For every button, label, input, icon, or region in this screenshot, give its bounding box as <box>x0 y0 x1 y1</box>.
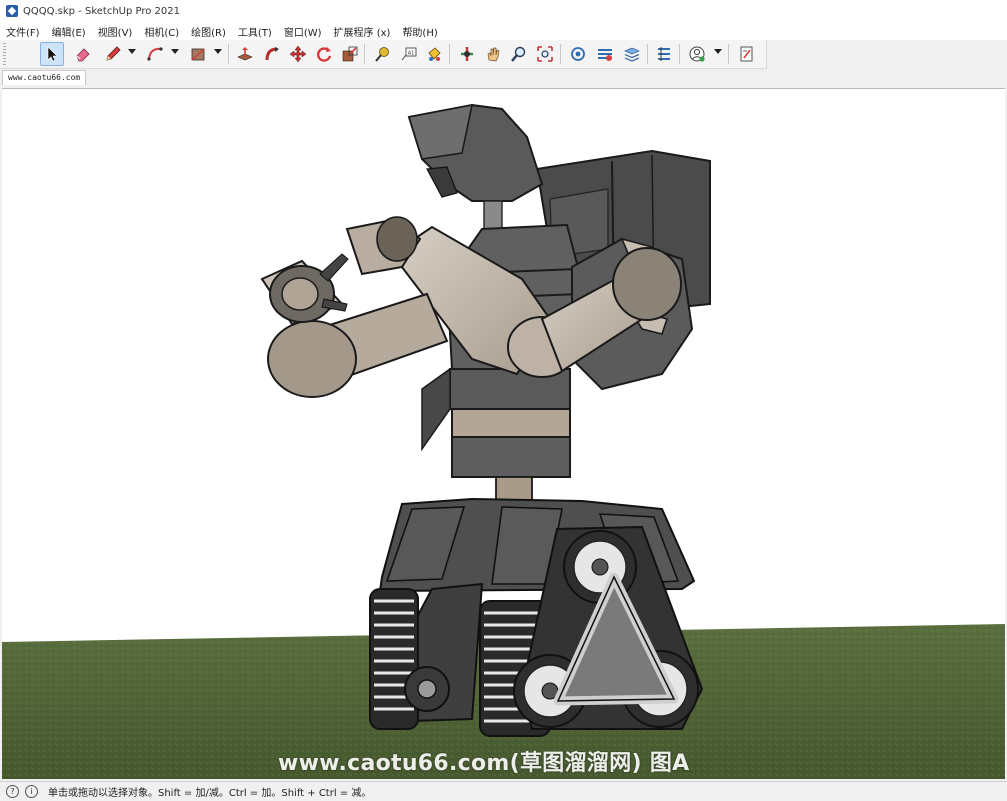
geolocation-icon[interactable]: ? <box>6 785 19 798</box>
model-viewport[interactable]: www.caotu66.com(草图溜溜网) 图A <box>2 88 1005 779</box>
line-tool-dropdown-icon[interactable] <box>128 49 136 54</box>
account-button[interactable] <box>685 42 709 66</box>
pan-hand-icon <box>487 47 500 62</box>
menu-file[interactable]: 文件(F) <box>0 24 46 39</box>
menu-tools[interactable]: 工具(T) <box>232 24 278 39</box>
menu-edit[interactable]: 编辑(E) <box>46 24 92 39</box>
sketchup-app-icon <box>6 5 18 17</box>
orbit-icon <box>461 47 473 61</box>
zoom-extents-icon <box>537 46 553 62</box>
menu-camera[interactable]: 相机(C) <box>138 24 185 39</box>
line-tool-button[interactable] <box>101 42 125 66</box>
pan-tool-button[interactable] <box>481 42 505 66</box>
zoom-extents-tool-button[interactable] <box>533 42 557 66</box>
robot-head <box>407 103 544 242</box>
arc-tool-button[interactable] <box>143 42 167 66</box>
title-bar: QQQQ.skp - SketchUp Pro 2021 <box>0 0 1007 22</box>
scale-icon <box>342 46 358 62</box>
scene-tab-strip: www.caotu66.com <box>0 69 1007 86</box>
extension-manager-icon <box>658 47 670 61</box>
follow-me-icon <box>265 47 279 61</box>
tape-measure-tool-button[interactable] <box>370 42 394 66</box>
toolbar-grip[interactable] <box>3 43 6 65</box>
layers-tray-button[interactable] <box>620 42 644 66</box>
menu-bar: 文件(F) 编辑(E) 视图(V) 相机(C) 绘图(R) 工具(T) 窗口(W… <box>0 22 1007 40</box>
extension-warehouse-icon <box>598 49 612 61</box>
eraser-icon <box>76 48 90 62</box>
rectangle-icon <box>191 48 205 61</box>
info-icon[interactable]: i <box>25 785 38 798</box>
status-text: 单击或拖动以选择对象。Shift = 加/减。Ctrl = 加。Shift + … <box>48 788 372 799</box>
magnifier-icon <box>511 46 526 62</box>
toolbar: A1 <box>0 40 767 69</box>
window-title: QQQQ.skp - SketchUp Pro 2021 <box>23 5 181 17</box>
push-pull-tool-button[interactable] <box>233 42 257 66</box>
menu-extensions[interactable]: 扩展程序 (x) <box>328 24 397 39</box>
extension-manager-button[interactable] <box>652 42 676 66</box>
rotate-tool-button[interactable] <box>312 42 336 66</box>
3d-warehouse-icon <box>571 47 585 61</box>
text-tool-button[interactable]: A1 <box>397 42 421 66</box>
menu-view[interactable]: 视图(V) <box>92 24 139 39</box>
robot-model-scene <box>2 103 1005 779</box>
status-bar: ? i 单击或拖动以选择对象。Shift = 加/减。Ctrl = 加。Shif… <box>0 781 1007 801</box>
layers-icon <box>624 47 640 62</box>
scale-tool-button[interactable] <box>338 42 362 66</box>
extension-warehouse-button[interactable] <box>593 42 617 66</box>
layout-icon <box>740 46 753 62</box>
paint-bucket-icon <box>428 47 441 61</box>
rectangle-tool-dropdown-icon[interactable] <box>214 49 222 54</box>
tape-measure-icon <box>375 47 389 62</box>
3d-warehouse-button[interactable] <box>566 42 590 66</box>
send-to-layout-button[interactable] <box>735 42 759 66</box>
arc-tool-dropdown-icon[interactable] <box>171 49 179 54</box>
eraser-tool-button[interactable] <box>71 42 95 66</box>
user-account-icon <box>689 46 705 62</box>
paint-bucket-tool-button[interactable] <box>422 42 446 66</box>
menu-window[interactable]: 窗口(W) <box>278 24 328 39</box>
svg-text:A1: A1 <box>408 51 415 57</box>
menu-help[interactable]: 帮助(H) <box>396 24 443 39</box>
move-tool-button[interactable] <box>286 42 310 66</box>
menu-draw[interactable]: 绘图(R) <box>185 24 232 39</box>
arc-icon <box>147 47 163 61</box>
orbit-tool-button[interactable] <box>455 42 479 66</box>
zoom-tool-button[interactable] <box>507 42 531 66</box>
rectangle-tool-button[interactable] <box>186 42 210 66</box>
scene-tab[interactable]: www.caotu66.com <box>2 70 87 85</box>
watermark-text: www.caotu66.com(草图溜溜网) 图A <box>278 751 690 776</box>
rotate-icon <box>317 47 332 62</box>
account-dropdown-icon[interactable] <box>714 49 722 54</box>
push-pull-icon <box>237 47 253 61</box>
select-tool-button[interactable] <box>40 42 64 66</box>
text-label-icon: A1 <box>401 47 417 61</box>
arrow-cursor-icon <box>47 46 58 62</box>
robot-gripper <box>269 253 349 323</box>
move-icon <box>289 45 307 63</box>
follow-me-tool-button[interactable] <box>260 42 284 66</box>
pencil-icon <box>106 46 121 61</box>
